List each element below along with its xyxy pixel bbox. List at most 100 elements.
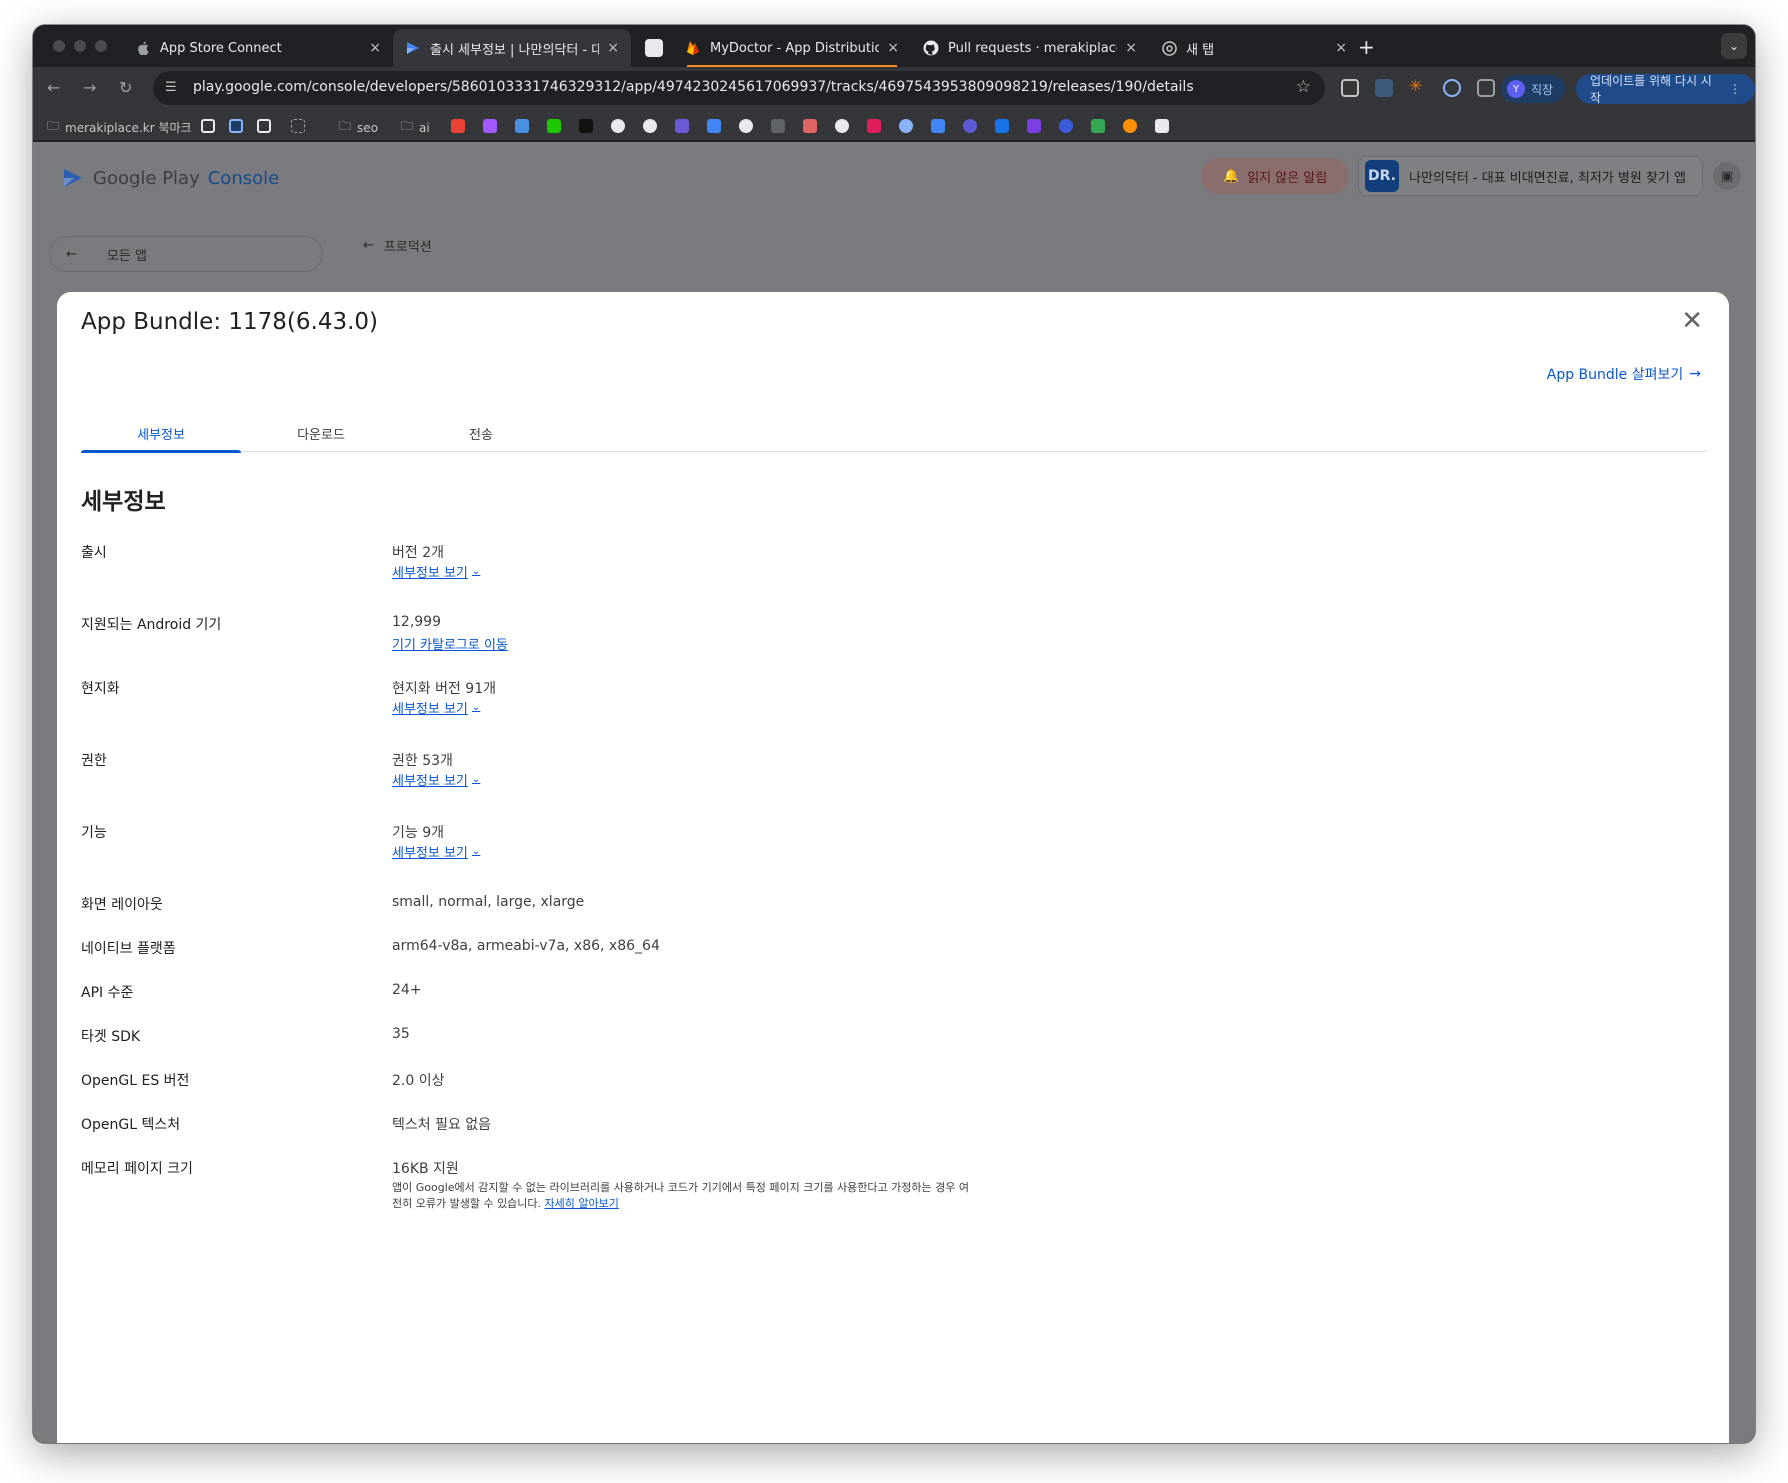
- more-vert-icon[interactable]: ⋮: [1729, 82, 1741, 96]
- forward-button[interactable]: →: [83, 78, 96, 97]
- link-label: 세부정보 보기: [392, 566, 468, 581]
- new-tab-button[interactable]: +: [1358, 35, 1375, 59]
- window-controls[interactable]: [53, 40, 107, 52]
- detail-row-supported-devices: 지원되는 Android 기기 12,999 기기 카탈로그로 이동: [81, 614, 981, 654]
- bookmark-folder-ai[interactable]: 🗀 ai: [401, 117, 430, 138]
- reload-button[interactable]: ↻: [119, 78, 132, 97]
- link-label: 세부정보 보기: [392, 702, 468, 717]
- chart-extension-icon[interactable]: [1375, 79, 1393, 97]
- play-console-icon[interactable]: [931, 119, 945, 133]
- calendar-icon[interactable]: [707, 119, 721, 133]
- tab-download[interactable]: 다운로드: [241, 410, 401, 452]
- apple-icon[interactable]: [771, 119, 785, 133]
- close-tab-icon[interactable]: ×: [369, 40, 381, 56]
- tab-firebase-distribution[interactable]: MyDoctor - App Distribution ×: [673, 29, 911, 67]
- close-window-button[interactable]: [53, 40, 65, 52]
- slack-icon[interactable]: [867, 119, 881, 133]
- firebase-icon[interactable]: [1123, 119, 1137, 133]
- bookmark-icon[interactable]: [1059, 119, 1073, 133]
- figma-icon[interactable]: [483, 119, 497, 133]
- password-extension-icon[interactable]: [1443, 79, 1461, 97]
- link-label: 기기 카탈로그로 이동: [392, 638, 508, 653]
- google-icon[interactable]: [739, 119, 753, 133]
- tab-github-pull-requests[interactable]: Pull requests · merakiplace-d ×: [911, 29, 1149, 67]
- tab-app-store-connect[interactable]: App Store Connect ×: [123, 29, 393, 67]
- detail-row-features: 기능 기능 9개 세부정보 보기 ⌄: [81, 822, 981, 862]
- bookmark-star-icon[interactable]: ☆: [1296, 77, 1311, 97]
- row-value: 2.0 이상: [392, 1073, 445, 1089]
- bookmark-icon[interactable]: [579, 119, 593, 133]
- close-tab-icon[interactable]: ×: [887, 40, 899, 56]
- console-header: Google Play Console 🔔 읽지 않은 알림 DR. 나만의닥터…: [33, 142, 1755, 222]
- share-button[interactable]: ▣: [1713, 162, 1741, 190]
- bookmark-icon[interactable]: [201, 119, 215, 133]
- claude-extension-icon[interactable]: ✳: [1409, 76, 1427, 95]
- address-bar[interactable]: ☰ play.google.com/console/developers/586…: [153, 71, 1325, 105]
- back-to-production-link[interactable]: ← 프로덕션: [363, 236, 432, 255]
- bookmark-icon[interactable]: [995, 119, 1009, 133]
- page-content: Google Play Console 🔔 읽지 않은 알림 DR. 나만의닥터…: [33, 142, 1755, 1443]
- bookmark-icon[interactable]: [1027, 119, 1041, 133]
- site-info-icon[interactable]: ☰: [165, 80, 181, 96]
- bookmark-icon[interactable]: [675, 119, 689, 133]
- back-button[interactable]: ←: [47, 78, 60, 97]
- folder-icon: 🗀: [339, 119, 352, 133]
- bookmark-folder-merakiplace[interactable]: 🗀 merakiplace.kr 북마크: [47, 117, 192, 138]
- row-value: 버전 2개: [392, 545, 444, 561]
- google-icon[interactable]: [835, 119, 849, 133]
- zoom-window-button[interactable]: [95, 40, 107, 52]
- github-icon[interactable]: [611, 119, 625, 133]
- chevron-down-icon: ⌄: [471, 846, 481, 857]
- bookmark-icon[interactable]: [899, 119, 913, 133]
- row-value: small, normal, large, xlarge: [392, 894, 585, 910]
- gmail-icon[interactable]: [451, 119, 465, 133]
- bell-icon: 🔔: [1223, 168, 1240, 184]
- apple-icon: [135, 40, 151, 56]
- bookmark-icon[interactable]: [1155, 119, 1169, 133]
- unread-notifications-button[interactable]: 🔔 읽지 않은 알림: [1201, 158, 1350, 194]
- profile-label: 직장: [1531, 82, 1554, 97]
- bookmark-icon[interactable]: [229, 119, 243, 133]
- tab-delivery[interactable]: 전송: [401, 410, 561, 452]
- tab-blank[interactable]: [633, 29, 673, 67]
- all-apps-button[interactable]: ← 모든 앱: [49, 236, 323, 272]
- row-label: API 수준: [81, 985, 134, 1001]
- app-selector[interactable]: DR. 나만의닥터 - 대표 비대면진료, 최저가 병원 찾기 앱: [1358, 156, 1703, 196]
- view-details-link[interactable]: 세부정보 보기 ⌄: [392, 770, 480, 789]
- close-tab-icon[interactable]: ×: [1125, 40, 1137, 56]
- naver-icon[interactable]: [547, 119, 561, 133]
- row-label: 현지화: [81, 681, 120, 697]
- google-play-console-logo[interactable]: Google Play Console: [61, 166, 279, 190]
- tab-play-console[interactable]: 출시 세부정보 | 나만의닥터 - 대표 ×: [393, 29, 631, 67]
- tab-search-button[interactable]: ⌄: [1721, 33, 1747, 59]
- tab-new-tab[interactable]: 새 탭 ×: [1149, 29, 1359, 67]
- profile-button[interactable]: Y 직장: [1501, 75, 1566, 103]
- note-text: 앱이 Google에서 감지할 수 없는 라이브러리를 사용하거나 코드가 기기…: [392, 1181, 969, 1210]
- explore-app-bundle-link[interactable]: App Bundle 살펴보기 →: [1547, 364, 1701, 384]
- relaunch-to-update-button[interactable]: 업데이트를 위해 다시 시작 ⋮: [1576, 74, 1755, 105]
- firebase-icon: [685, 40, 701, 56]
- view-details-link[interactable]: 세부정보 보기 ⌄: [392, 562, 480, 581]
- bookmark-icon[interactable]: [1091, 119, 1105, 133]
- bookmark-icon[interactable]: [963, 119, 977, 133]
- view-details-link[interactable]: 세부정보 보기 ⌄: [392, 698, 480, 717]
- puzzle-icon[interactable]: [1477, 79, 1495, 97]
- chrome-icon: [1161, 40, 1177, 56]
- close-dialog-button[interactable]: ✕: [1681, 306, 1703, 336]
- close-tab-icon[interactable]: ×: [607, 40, 619, 56]
- minimize-window-button[interactable]: [74, 40, 86, 52]
- bookmark-folder-seo[interactable]: 🗀 seo: [339, 117, 378, 138]
- view-details-link[interactable]: 세부정보 보기 ⌄: [392, 842, 480, 861]
- learn-more-link[interactable]: 자세히 알아보기: [545, 1197, 619, 1210]
- bookmark-icon[interactable]: [515, 119, 529, 133]
- device-catalog-link[interactable]: 기기 카탈로그로 이동: [392, 634, 508, 653]
- bookmark-icon[interactable]: [643, 119, 657, 133]
- close-tab-icon[interactable]: ×: [1335, 40, 1347, 56]
- bookmark-icon[interactable]: [257, 119, 271, 133]
- logo-text: Google Play: [93, 167, 200, 189]
- url-text[interactable]: play.google.com/console/developers/58601…: [193, 79, 1194, 95]
- apps-grid-icon[interactable]: [291, 119, 305, 133]
- bookmark-icon[interactable]: [803, 119, 817, 133]
- extension-icon[interactable]: [1341, 79, 1359, 97]
- tab-details[interactable]: 세부정보: [81, 410, 241, 453]
